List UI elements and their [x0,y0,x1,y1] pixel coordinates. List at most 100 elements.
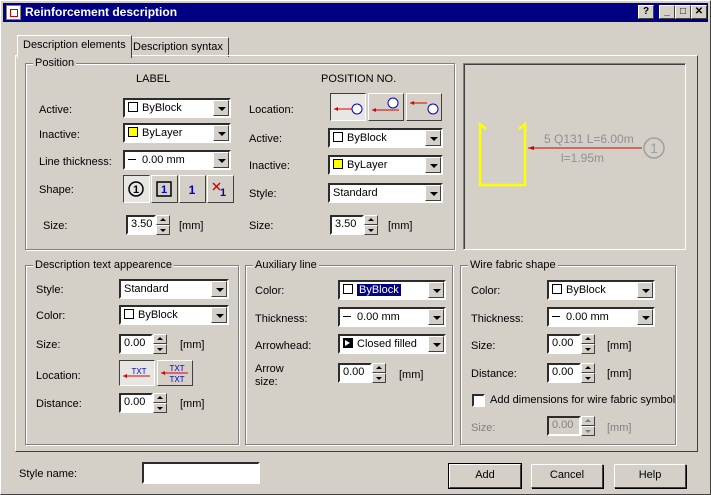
location-up-button[interactable] [368,93,404,121]
dropdown-arrow-icon[interactable] [425,157,441,173]
maximize-button[interactable]: □ [675,5,691,19]
dropdown-arrow-icon[interactable] [428,282,444,298]
add-button[interactable]: Add [448,463,522,489]
help-button[interactable]: Help [614,464,686,488]
location-left-button[interactable] [330,93,366,121]
help-title-button[interactable]: ? [638,5,654,19]
desc-style-select[interactable]: Standard [119,279,229,299]
dropdown-arrow-icon[interactable] [428,309,444,325]
spin-up-icon[interactable] [156,215,170,225]
square-number-icon: 1 [156,181,172,197]
color-swatch [552,284,562,294]
style-name-input[interactable] [142,462,260,484]
shape-plain-button[interactable]: 1 [179,175,206,203]
spin-up-icon[interactable] [364,215,378,225]
location-above-button[interactable] [406,93,442,121]
dropdown-arrow-icon[interactable] [211,307,227,323]
aux-arrowsize-unit: [mm] [399,369,424,381]
spin-up-icon[interactable] [581,363,595,373]
label-active-label: Active: [39,104,73,116]
dropdown-arrow-icon[interactable] [637,309,653,325]
color-swatch [333,159,343,169]
spin-down-icon[interactable] [372,373,386,383]
aux-color-label: Color: [255,285,285,297]
spin-up-icon[interactable] [372,363,386,373]
line-sample-icon [343,316,351,317]
desc-color-select[interactable]: ByBlock [119,305,229,325]
spin-up-icon[interactable] [581,334,595,344]
posno-inactive-label: Inactive: [249,160,290,172]
color-swatch [128,127,138,137]
color-swatch [124,309,134,319]
dropdown-arrow-icon[interactable] [213,125,229,141]
posno-style-select[interactable]: Standard [328,183,443,203]
minimize-button[interactable]: _ [659,5,675,19]
wf-size-input[interactable]: 0.00 [547,334,581,354]
spin-up-icon[interactable] [153,393,167,403]
text-location-inline-button[interactable]: TXT [119,360,155,386]
svg-text:1: 1 [133,184,139,196]
desc-size-label: Size: [36,339,61,351]
tab-description-syntax[interactable]: Description syntax [127,37,229,57]
title-bar[interactable]: Reinforcement description ? _ □ ✕ [3,3,708,22]
cancel-button[interactable]: Cancel [531,464,603,488]
position-group-title: Position [33,57,77,69]
spin-down-icon[interactable] [581,426,595,436]
aux-thickness-select[interactable]: 0.00 mm [338,307,446,327]
wf-thickness-select[interactable]: 0.00 mm [547,307,655,327]
posno-inactive-select[interactable]: ByLayer [328,155,443,175]
wire-fabric-group-title: Wire fabric shape [468,259,558,271]
aux-color-select[interactable]: ByBlock [338,280,446,300]
label-size-input[interactable]: 3.50 [126,215,156,235]
svg-text:1: 1 [161,184,167,196]
dropdown-arrow-icon[interactable] [425,185,441,201]
no-shape-icon: 1 [212,182,226,199]
line-sample-icon [128,159,136,160]
line-thickness-select[interactable]: 0.00 mm [123,150,231,170]
plain-number-icon: 1 [189,183,196,197]
desc-size-input[interactable]: 0.00 [119,334,153,354]
wf-color-select[interactable]: ByBlock [547,280,655,300]
color-swatch [343,284,353,294]
dropdown-arrow-icon[interactable] [428,336,444,352]
dropdown-arrow-icon[interactable] [637,282,653,298]
tab-description-elements[interactable]: Description elements [17,35,132,58]
label-active-select[interactable]: ByBlock [123,98,231,118]
label-inactive-select[interactable]: ByLayer [123,123,231,143]
spin-down-icon[interactable] [364,225,378,235]
text-location-split-button[interactable]: TXT TXT [157,360,193,386]
spin-down-icon[interactable] [153,403,167,413]
spin-down-icon[interactable] [581,373,595,383]
posno-size-input[interactable]: 3.50 [330,215,364,235]
dropdown-arrow-icon[interactable] [213,100,229,116]
closed-filled-arrow-icon [343,338,353,348]
shape-square-button[interactable]: 1 [151,175,178,203]
line-thickness-label: Line thickness: [39,156,112,168]
spin-down-icon[interactable] [153,344,167,354]
aux-arrowsize-input[interactable]: 0.00 [338,363,372,383]
spin-down-icon[interactable] [156,225,170,235]
desc-style-label: Style: [36,284,64,296]
app-icon [6,5,21,20]
svg-text:TXT: TXT [169,364,184,373]
dropdown-arrow-icon[interactable] [425,130,441,146]
shape-circle-button[interactable]: 1 [123,175,150,203]
wf-dims-checkbox[interactable] [472,394,485,407]
posno-active-select[interactable]: ByBlock [328,128,443,148]
desc-distance-input[interactable]: 0.00 [119,393,153,413]
posno-size-label: Size: [249,220,274,232]
window-title: Reinforcement description [25,5,178,19]
spin-up-icon[interactable] [581,416,595,426]
wf-dims-size-input[interactable]: 0.00 [547,416,581,436]
wf-size-unit: [mm] [607,340,632,352]
dialog-window: Reinforcement description ? _ □ ✕ Descri… [0,0,711,495]
close-button[interactable]: ✕ [691,5,707,19]
wf-distance-input[interactable]: 0.00 [547,363,581,383]
dropdown-arrow-icon[interactable] [213,152,229,168]
dropdown-arrow-icon[interactable] [211,281,227,297]
svg-text:1: 1 [189,183,196,197]
spin-down-icon[interactable] [581,344,595,354]
aux-arrowhead-select[interactable]: Closed filled [338,334,446,354]
shape-none-button[interactable]: 1 [207,175,234,203]
spin-up-icon[interactable] [153,334,167,344]
